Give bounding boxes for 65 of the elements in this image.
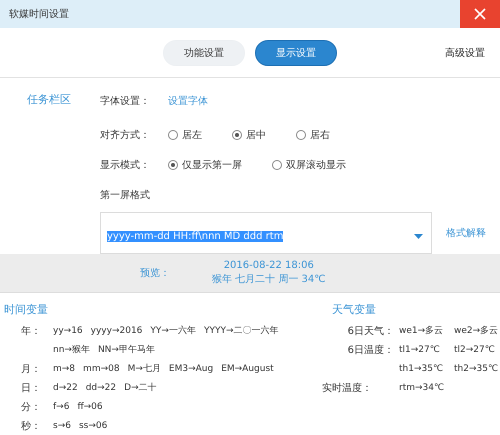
variable-item: dd→22: [86, 382, 116, 392]
radio-button[interactable]: [296, 130, 306, 140]
preview-text: 2016-08-22 18:06: [224, 259, 314, 274]
variable-item: rtm→34℃: [399, 382, 446, 392]
section-title: 天气变量: [332, 302, 377, 317]
variable-item: tl1→27℃: [399, 344, 441, 354]
variable-label: 6日温度：: [346, 344, 394, 356]
tab[interactable]: 功能设置: [163, 40, 245, 66]
variable-item: NN→甲午马年: [98, 344, 155, 356]
close-icon: [474, 8, 486, 20]
field-label: 显示模式：: [100, 158, 151, 172]
variable-label: 秒：: [21, 420, 42, 432]
radio-label: 居左: [182, 129, 202, 142]
variable-item: EM3→Aug: [168, 364, 214, 374]
preview-label: 预览：: [139, 267, 170, 280]
radio-option[interactable]: 双屏滚动显示: [272, 158, 346, 172]
radio-option[interactable]: 仅显示第一屏: [168, 158, 242, 172]
variable-item: mm→08: [83, 364, 120, 374]
variable-item: m→8: [53, 364, 76, 374]
field-label: 字体设置：: [100, 94, 151, 108]
variable-item: yy→16: [53, 326, 83, 336]
variable-item: D→二十: [124, 382, 157, 394]
radio-label: 双屏滚动显示: [286, 158, 346, 172]
variable-item: M→七月: [128, 362, 161, 375]
field-label: 对齐方式：: [100, 128, 151, 142]
variable-label: 6日天气：: [346, 324, 394, 338]
radio-label: 居中: [246, 128, 266, 142]
variable-item: th2→35℃: [454, 364, 500, 374]
close-button[interactable]: [460, 0, 500, 28]
variable-label: 月：: [21, 362, 42, 376]
window-title: 软媒时间设置: [8, 8, 69, 21]
radio-button[interactable]: [168, 160, 178, 170]
variable-item: YYYY→二〇一六年: [204, 324, 278, 337]
variable-item: we2→多云: [454, 324, 500, 337]
variable-item: EM→August: [221, 364, 274, 374]
variable-label: 日：: [21, 382, 42, 394]
section-title: 时间变量: [4, 302, 49, 317]
radio-button[interactable]: [168, 130, 178, 140]
variable-item: s→6: [53, 420, 71, 430]
radio-button[interactable]: [232, 130, 242, 140]
radio-option[interactable]: 居左: [168, 128, 202, 142]
variable-item: f→6: [53, 402, 70, 412]
advanced-settings-link[interactable]: 高级设置: [445, 46, 485, 60]
variable-item: tl2→27℃: [454, 344, 496, 354]
radio-option[interactable]: 居右: [296, 128, 330, 142]
radio-option[interactable]: 居中: [232, 128, 266, 142]
variable-item: nn→猴年: [53, 344, 90, 356]
variable-label: 年：: [21, 324, 42, 338]
radio-label: 居右: [310, 129, 330, 142]
radio-button[interactable]: [272, 160, 282, 170]
radio-label: 仅显示第一屏: [182, 159, 242, 172]
variable-item: ss→06: [78, 420, 108, 430]
field-label: 第一屏格式: [100, 188, 151, 202]
variable-item: th1→35℃: [399, 364, 444, 374]
variable-label: 实时温度：: [322, 382, 373, 394]
preview-text: 猴年 七月二十 周一 34℃: [212, 273, 326, 288]
format-value: yyyy-mm-dd HH:ff\nnn MD ddd rtm: [107, 230, 284, 242]
variable-item: ff→06: [77, 402, 103, 412]
variable-label: 分：: [21, 400, 42, 414]
tab[interactable]: 显示设置: [255, 40, 337, 66]
variable-item: d→22: [53, 382, 78, 392]
variable-item: YY→一六年: [150, 324, 196, 337]
caret-icon: [414, 234, 423, 239]
variable-item: we1→多云: [399, 324, 444, 337]
variable-item: yyyy→2016: [90, 326, 142, 336]
